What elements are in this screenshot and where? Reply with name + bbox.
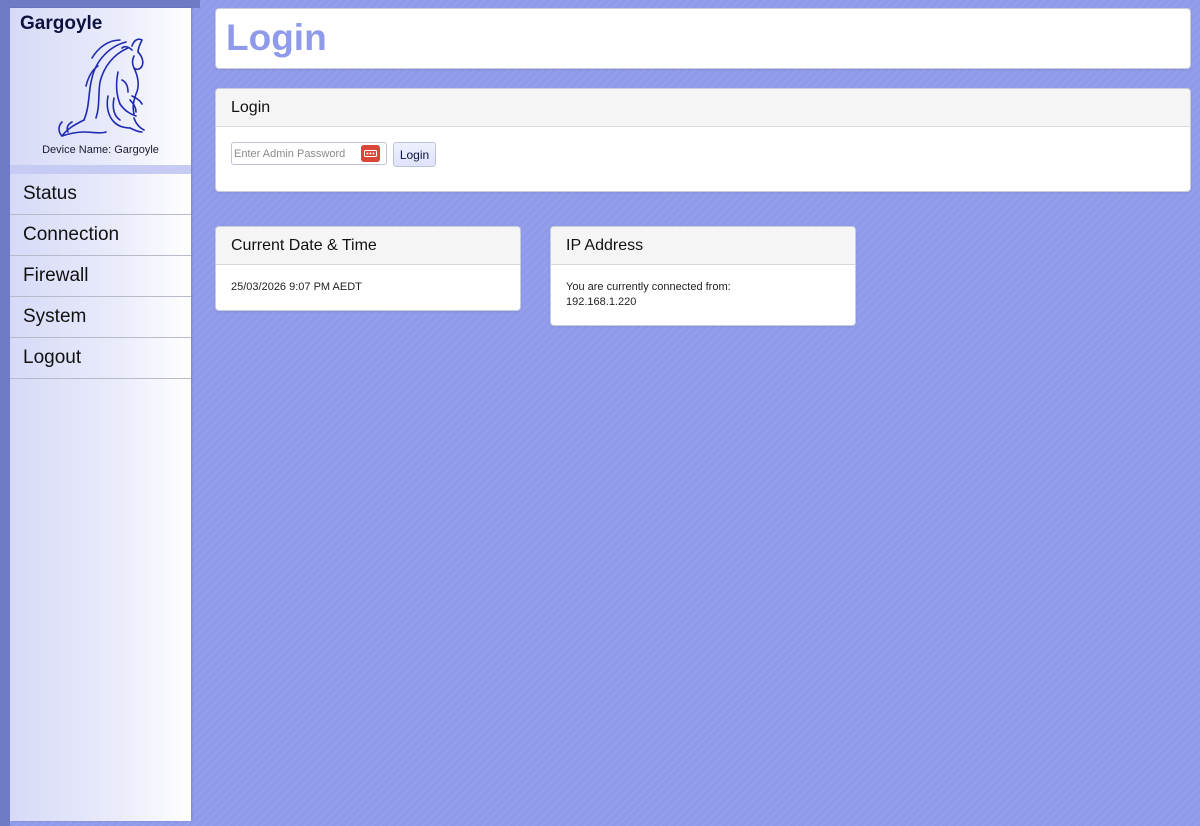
password-key-icon[interactable] (361, 145, 380, 162)
password-field (231, 142, 387, 165)
ip-connected-label: You are currently connected from: (566, 281, 731, 293)
datetime-panel-body: 25/03/2026 9:07 PM AEDT (216, 265, 520, 295)
sidebar-item-system[interactable]: System (10, 297, 191, 338)
sidebar: Gargoyle Device Name: Gargoyle Status Co… (10, 8, 191, 821)
login-button[interactable]: Login (393, 142, 436, 167)
sidebar-nav: Status Connection Firewall System Logout (10, 174, 191, 379)
login-panel: Login Login (215, 88, 1191, 192)
current-datetime-value: 25/03/2026 9:07 PM AEDT (231, 281, 362, 293)
sidebar-item-firewall[interactable]: Firewall (10, 256, 191, 297)
datetime-panel: Current Date & Time 25/03/2026 9:07 PM A… (215, 226, 521, 311)
window-frame-edge (0, 0, 10, 826)
login-panel-header: Login (216, 89, 1190, 127)
gargoyle-logo-icon (58, 38, 145, 137)
window-frame-top (0, 0, 200, 8)
ip-panel-header: IP Address (551, 227, 855, 265)
sidebar-divider (10, 165, 191, 174)
page-title-panel: Login (215, 8, 1191, 69)
sidebar-item-logout[interactable]: Logout (10, 338, 191, 379)
sidebar-item-status[interactable]: Status (10, 174, 191, 215)
sidebar-item-connection[interactable]: Connection (10, 215, 191, 256)
page-title: Login (226, 17, 327, 58)
device-name-label: Device Name: Gargoyle (42, 144, 159, 156)
ip-panel-body: You are currently connected from: 192.16… (551, 265, 855, 310)
admin-password-input[interactable] (234, 145, 359, 162)
ip-address-panel: IP Address You are currently connected f… (550, 226, 856, 326)
datetime-panel-header: Current Date & Time (216, 227, 520, 265)
ip-address-value: 192.168.1.220 (566, 296, 637, 308)
brand-title: Gargoyle (20, 13, 103, 34)
